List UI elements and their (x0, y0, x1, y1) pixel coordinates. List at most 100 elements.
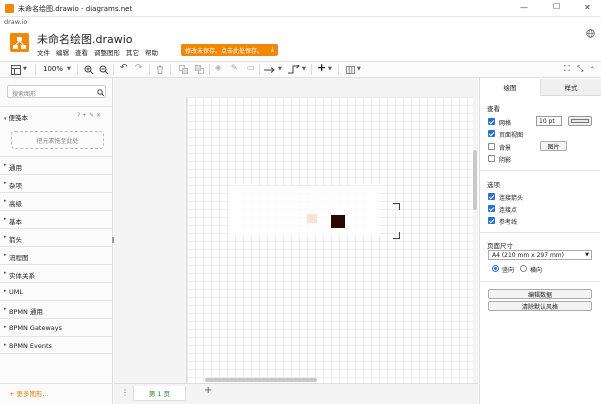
shape-search-input[interactable]: 搜索图形 (7, 85, 106, 98)
caret-right-icon: ▸ (4, 324, 7, 330)
fill-color-icon[interactable]: ◈ (215, 63, 221, 72)
background-image-button[interactable]: 图片 (540, 141, 567, 151)
undo-icon[interactable]: ↶ (120, 63, 128, 73)
guides-label: 参考线 (499, 219, 518, 226)
library-basic[interactable]: ▸ 基本 (0, 210, 112, 228)
grid-size-input[interactable]: 10 pt (536, 116, 562, 126)
library-advanced[interactable]: ▸ 高级 (0, 192, 112, 210)
library-bpmn-events[interactable]: ▸ BPMN Events (0, 336, 112, 354)
library-entity-relation[interactable]: ▸ 实体关系 (0, 264, 112, 282)
pages-menu-icon[interactable]: ⋮ (121, 388, 129, 397)
portrait-radio[interactable] (492, 265, 499, 272)
tab-page-1[interactable]: 第 1 页 (133, 386, 186, 401)
caret-right-icon: ▸ (4, 234, 7, 240)
chevron-down-icon[interactable]: ▼ (357, 66, 361, 72)
caret-right-icon: ▸ (4, 288, 7, 294)
redo-icon[interactable]: ↷ (135, 63, 143, 73)
connection-arrows-checkbox[interactable] (488, 193, 495, 200)
menu-view[interactable]: 查看 (75, 47, 88, 57)
table-icon[interactable] (345, 64, 355, 75)
menu-help[interactable]: 帮助 (145, 47, 158, 57)
document-title[interactable]: 未命名绘图.drawio (37, 31, 133, 47)
edit-data-button[interactable]: 编辑数据 (488, 289, 592, 299)
chevron-up-icon[interactable]: ⌃ (590, 66, 595, 73)
caret-right-icon: ▸ (4, 162, 7, 168)
clear-default-style-button[interactable]: 清除默认风格 (488, 301, 592, 311)
fullscreen-icon[interactable]: ⛶ (564, 64, 570, 74)
options-section-title: 选项 (487, 181, 500, 189)
menu-edit[interactable]: 编辑 (56, 47, 69, 57)
waypoints-icon[interactable] (288, 64, 300, 75)
library-bpmn-general[interactable]: ▸ BPMN 通用 (0, 300, 112, 318)
zoom-dropdown-icon[interactable]: ▼ (67, 66, 71, 72)
to-front-icon[interactable] (178, 64, 188, 75)
menu-arrange[interactable]: 调整图形 (94, 47, 120, 57)
shadow-checkbox[interactable] (488, 155, 495, 162)
chevron-down-icon[interactable]: ▼ (23, 66, 27, 72)
collapse-icon[interactable]: ⤡ (577, 64, 583, 74)
globe-icon[interactable] (586, 29, 595, 38)
zoom-in-icon[interactable] (84, 64, 94, 75)
shadow-icon[interactable]: ▭ (247, 63, 255, 72)
chevron-down-icon: ▼ (585, 252, 589, 258)
caret-down-icon: ▾ (4, 116, 7, 122)
line-color-icon[interactable]: ✎ (231, 63, 238, 72)
landscape-radio[interactable] (520, 265, 527, 272)
maximize-button[interactable]: ☐ (553, 2, 560, 11)
paper-size-select[interactable]: A4 (210 mm x 297 mm) ▼ (488, 250, 592, 260)
connection-arrows-label: 连接箭头 (499, 195, 524, 202)
page-view-checkbox[interactable] (488, 130, 495, 137)
grid-label: 网格 (499, 120, 512, 127)
add-page-button[interactable]: + (204, 385, 212, 396)
chevron-down-icon[interactable]: ▼ (278, 66, 282, 72)
guides-checkbox[interactable] (488, 217, 495, 224)
paper-size-value: A4 (210 mm x 297 mm) (492, 252, 564, 259)
horizontal-scrollbar[interactable] (205, 378, 317, 382)
insert-plus-icon[interactable]: + (317, 61, 326, 74)
scratchpad-dropzone[interactable]: 把元素拖至此处 (11, 131, 104, 149)
format-panel-icon[interactable] (11, 64, 21, 75)
caret-right-icon: ▸ (4, 198, 7, 204)
menu-file[interactable]: 文件 (37, 47, 50, 57)
library-general[interactable]: ▸ 通用 (0, 156, 112, 174)
view-section-title: 查看 (487, 105, 500, 113)
tab-style[interactable]: 样式 (540, 79, 601, 96)
library-misc[interactable]: ▸ 杂项 (0, 174, 112, 192)
diagram-page[interactable] (186, 97, 473, 383)
connection-arrow-icon[interactable] (264, 64, 276, 75)
selection-handle[interactable] (393, 203, 400, 210)
more-shapes-link[interactable]: + 更多图形... (9, 388, 49, 398)
drawio-logo-icon (10, 33, 29, 52)
unsaved-changes-button[interactable]: 修改未保存。点击此处保存。 ⤓ (181, 44, 278, 56)
search-icon[interactable] (96, 88, 104, 96)
zoom-level[interactable]: 100% (43, 65, 63, 73)
scratchpad-actions[interactable]: ? + ✎ ✕ (77, 112, 101, 119)
window-title-bar: 未命名绘图.drawio - diagrams.net — ☐ ✕ (0, 0, 601, 17)
to-back-icon[interactable] (194, 64, 204, 75)
close-button[interactable]: ✕ (584, 3, 591, 12)
scratchpad-header[interactable]: ▾ 便笺本 (4, 112, 28, 122)
vertical-scrollbar[interactable] (473, 150, 477, 210)
connection-points-checkbox[interactable] (488, 205, 495, 212)
library-flowchart[interactable]: ▸ 流程图 (0, 246, 112, 264)
chevron-down-icon[interactable]: ▼ (302, 66, 306, 72)
library-arrows[interactable]: ▸ 箭头 (0, 228, 112, 246)
drawio-app-icon (5, 4, 14, 13)
selection-handle[interactable] (393, 232, 400, 239)
grid-checkbox[interactable] (488, 118, 495, 125)
selected-shape[interactable] (331, 215, 345, 228)
menu-extras[interactable]: 其它 (126, 47, 139, 57)
delete-icon[interactable] (155, 64, 165, 75)
caret-right-icon: ▸ (4, 216, 7, 222)
library-uml[interactable]: ▸ UML (0, 282, 112, 300)
tab-diagram[interactable]: 绘图 (480, 79, 540, 96)
library-bpmn-gateways[interactable]: ▸ BPMN Gateways (0, 318, 112, 336)
window-title: 未命名绘图.drawio - diagrams.net (18, 5, 133, 13)
blurred-shape (307, 214, 317, 223)
background-checkbox[interactable] (488, 143, 495, 150)
grid-color-button[interactable] (568, 116, 592, 126)
minimize-button[interactable]: — (520, 3, 528, 12)
chevron-down-icon[interactable]: ▼ (328, 66, 332, 72)
connection-points-label: 连接点 (499, 207, 518, 214)
zoom-out-icon[interactable] (99, 64, 109, 75)
